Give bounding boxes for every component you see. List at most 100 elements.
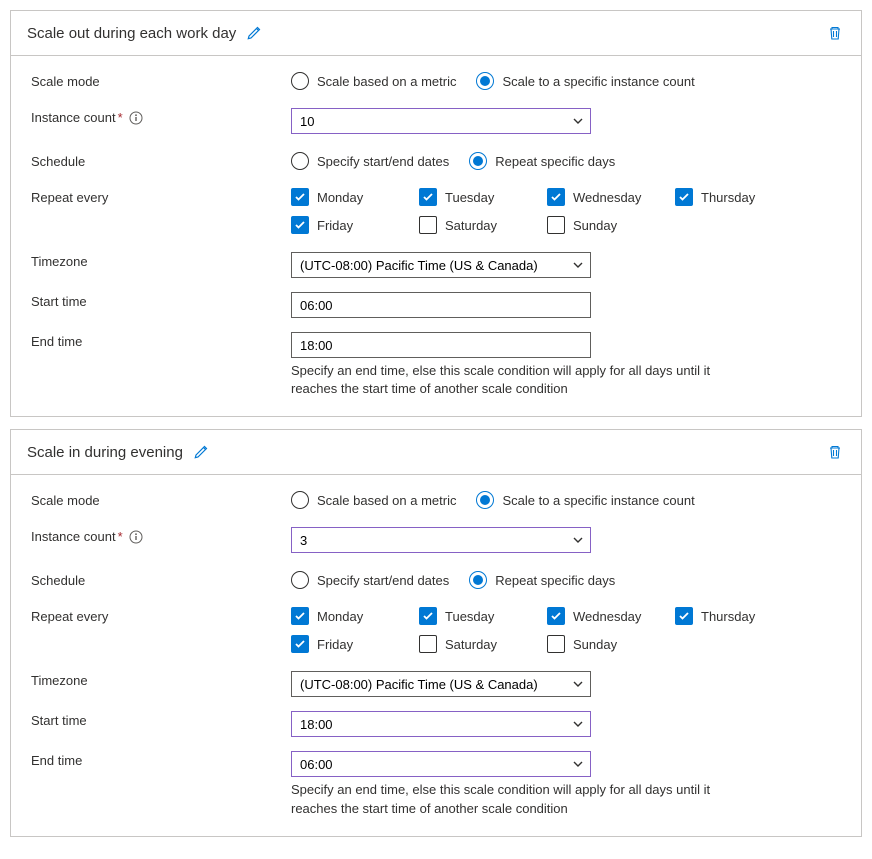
start-time-field[interactable] <box>291 292 591 318</box>
day-friday-checkbox[interactable]: Friday <box>291 216 419 234</box>
timezone-label: Timezone <box>31 671 291 688</box>
day-tuesday-checkbox[interactable]: Tuesday <box>419 607 547 625</box>
end-time-input[interactable] <box>300 757 582 772</box>
required-marker: * <box>118 529 123 544</box>
scale-condition-panel: Scale in during evening Scale mode Scale… <box>10 429 862 836</box>
timezone-select[interactable] <box>291 252 591 278</box>
day-thursday-checkbox[interactable]: Thursday <box>675 188 803 206</box>
panel-title: Scale in during evening <box>27 444 183 461</box>
end-time-field[interactable] <box>291 332 591 358</box>
scale-mode-metric-radio[interactable]: Scale based on a metric <box>291 491 456 509</box>
repeat-every-label: Repeat every <box>31 607 291 624</box>
scale-mode-metric-radio[interactable]: Scale based on a metric <box>291 72 456 90</box>
checkbox-label: Tuesday <box>445 609 494 624</box>
radio-label: Specify start/end dates <box>317 573 449 588</box>
checkbox-label: Monday <box>317 609 363 624</box>
info-icon[interactable] <box>129 111 143 125</box>
instance-count-select[interactable] <box>291 108 591 134</box>
radio-icon <box>469 152 487 170</box>
start-time-field[interactable] <box>291 711 591 737</box>
day-thursday-checkbox[interactable]: Thursday <box>675 607 803 625</box>
checkbox-icon <box>547 216 565 234</box>
instance-count-input[interactable] <box>300 114 582 129</box>
timezone-input[interactable] <box>300 677 582 692</box>
day-saturday-checkbox[interactable]: Saturday <box>419 635 547 653</box>
radio-label: Scale to a specific instance count <box>502 493 694 508</box>
checkbox-label: Thursday <box>701 609 755 624</box>
radio-icon <box>476 72 494 90</box>
radio-label: Scale to a specific instance count <box>502 74 694 89</box>
instance-count-select[interactable] <box>291 527 591 553</box>
info-icon[interactable] <box>129 530 143 544</box>
schedule-repeat-radio[interactable]: Repeat specific days <box>469 152 615 170</box>
schedule-label: Schedule <box>31 152 291 169</box>
radio-icon <box>476 491 494 509</box>
day-sunday-checkbox[interactable]: Sunday <box>547 635 675 653</box>
checkbox-icon <box>419 188 437 206</box>
days-checkbox-group: Monday Tuesday Wednesday Thursday Friday… <box>291 607 841 653</box>
scale-mode-specific-radio[interactable]: Scale to a specific instance count <box>476 491 694 509</box>
checkbox-icon <box>291 216 309 234</box>
required-marker: * <box>118 110 123 125</box>
day-monday-checkbox[interactable]: Monday <box>291 607 419 625</box>
radio-icon <box>291 491 309 509</box>
start-time-input[interactable] <box>300 298 582 313</box>
checkbox-label: Sunday <box>573 637 617 652</box>
schedule-radio-group: Specify start/end dates Repeat specific … <box>291 152 841 170</box>
end-time-input[interactable] <box>300 338 582 353</box>
day-saturday-checkbox[interactable]: Saturday <box>419 216 547 234</box>
radio-label: Scale based on a metric <box>317 493 456 508</box>
schedule-repeat-radio[interactable]: Repeat specific days <box>469 571 615 589</box>
day-wednesday-checkbox[interactable]: Wednesday <box>547 607 675 625</box>
day-friday-checkbox[interactable]: Friday <box>291 635 419 653</box>
day-tuesday-checkbox[interactable]: Tuesday <box>419 188 547 206</box>
checkbox-icon <box>547 635 565 653</box>
timezone-input[interactable] <box>300 258 582 273</box>
edit-icon[interactable] <box>244 23 264 43</box>
radio-label: Repeat specific days <box>495 573 615 588</box>
scale-mode-label: Scale mode <box>31 491 291 508</box>
repeat-every-label: Repeat every <box>31 188 291 205</box>
checkbox-icon <box>675 188 693 206</box>
checkbox-label: Saturday <box>445 637 497 652</box>
checkbox-label: Tuesday <box>445 190 494 205</box>
schedule-dates-radio[interactable]: Specify start/end dates <box>291 571 449 589</box>
scale-mode-radio-group: Scale based on a metric Scale to a speci… <box>291 72 841 90</box>
chevron-down-icon <box>572 259 584 271</box>
delete-icon[interactable] <box>825 442 845 462</box>
timezone-select[interactable] <box>291 671 591 697</box>
checkbox-icon <box>547 607 565 625</box>
end-time-hint: Specify an end time, else this scale con… <box>291 781 741 817</box>
delete-icon[interactable] <box>825 23 845 43</box>
start-time-input[interactable] <box>300 717 582 732</box>
radio-label: Scale based on a metric <box>317 74 456 89</box>
checkbox-label: Wednesday <box>573 190 641 205</box>
day-sunday-checkbox[interactable]: Sunday <box>547 216 675 234</box>
end-time-field[interactable] <box>291 751 591 777</box>
checkbox-label: Wednesday <box>573 609 641 624</box>
checkbox-icon <box>291 188 309 206</box>
scale-mode-radio-group: Scale based on a metric Scale to a speci… <box>291 491 841 509</box>
day-monday-checkbox[interactable]: Monday <box>291 188 419 206</box>
checkbox-label: Sunday <box>573 218 617 233</box>
checkbox-icon <box>419 216 437 234</box>
panel-body: Scale mode Scale based on a metric Scale… <box>11 56 861 416</box>
scale-mode-specific-radio[interactable]: Scale to a specific instance count <box>476 72 694 90</box>
instance-count-input[interactable] <box>300 533 582 548</box>
schedule-label: Schedule <box>31 571 291 588</box>
start-time-label: Start time <box>31 711 291 728</box>
panel-header: Scale out during each work day <box>11 11 861 56</box>
panel-header: Scale in during evening <box>11 430 861 475</box>
checkbox-icon <box>419 607 437 625</box>
schedule-radio-group: Specify start/end dates Repeat specific … <box>291 571 841 589</box>
checkbox-label: Thursday <box>701 190 755 205</box>
edit-icon[interactable] <box>191 442 211 462</box>
instance-count-label: Instance count* <box>31 527 291 544</box>
chevron-down-icon <box>572 758 584 770</box>
chevron-down-icon <box>572 678 584 690</box>
schedule-dates-radio[interactable]: Specify start/end dates <box>291 152 449 170</box>
day-wednesday-checkbox[interactable]: Wednesday <box>547 188 675 206</box>
chevron-down-icon <box>572 718 584 730</box>
end-time-label: End time <box>31 332 291 349</box>
radio-label: Repeat specific days <box>495 154 615 169</box>
